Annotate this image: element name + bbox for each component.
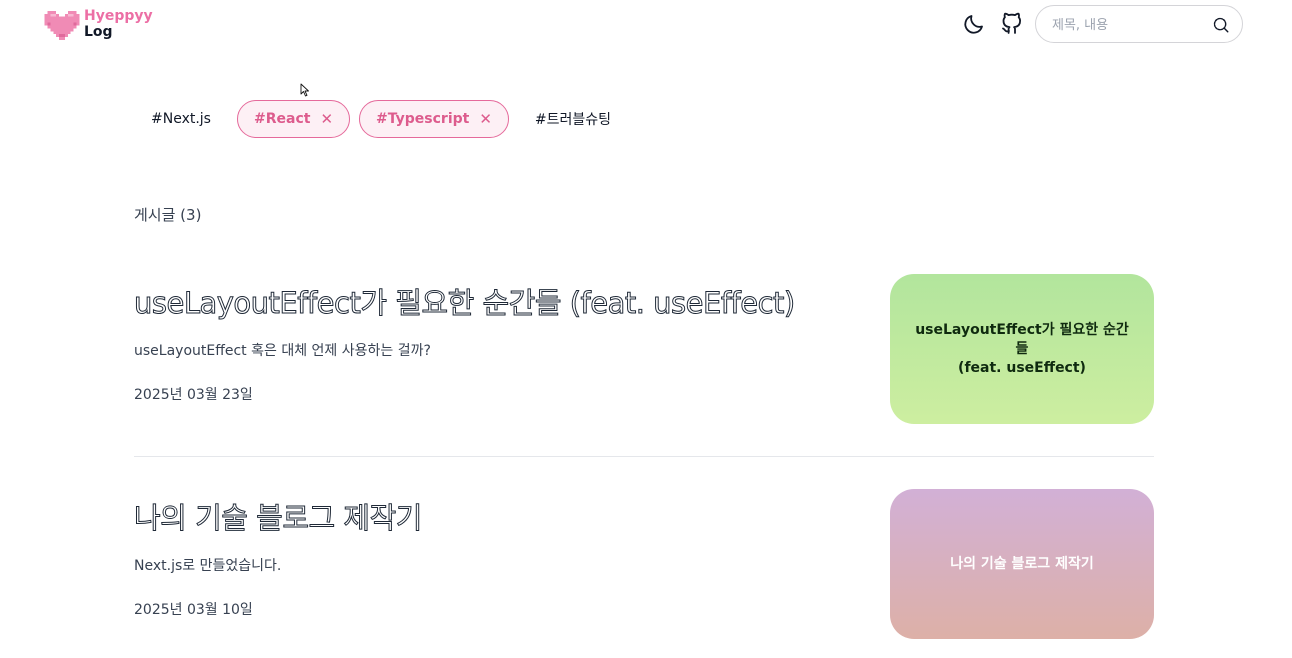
- thumbnail-subtitle: (feat. useEffect): [958, 359, 1086, 376]
- tag-label: #Next.js: [151, 111, 211, 127]
- post-count: 게시글 (3): [134, 206, 202, 224]
- thumbnail-title: useLayoutEffect가 필요한 순간들: [915, 321, 1129, 357]
- tag-label: #트러블슈팅: [534, 112, 612, 128]
- tag-typescript[interactable]: #Typescript ✕: [359, 100, 509, 138]
- post-divider: [134, 456, 1154, 457]
- post-description: useLayoutEffect 혹은 대체 언제 사용하는 걸까?: [134, 343, 431, 359]
- remove-tag-icon[interactable]: ✕: [320, 110, 333, 128]
- github-link[interactable]: [1000, 12, 1024, 36]
- logo-subtitle: Log: [84, 24, 113, 40]
- post-title[interactable]: useLayoutEffect가 필요한 순간들 (feat. useEffec…: [134, 280, 796, 322]
- pixel-heart-icon: [44, 10, 80, 40]
- search-icon[interactable]: [1212, 16, 1230, 34]
- tag-filter-list: #Next.js #React ✕ #Typescript ✕ #트러블슈팅: [134, 100, 628, 138]
- tag-label: #React: [253, 111, 311, 127]
- logo-title: Hyeppyy: [84, 8, 153, 24]
- post-date: 2025년 03월 23일: [134, 387, 253, 403]
- remove-tag-icon[interactable]: ✕: [479, 110, 492, 128]
- search-box: [1035, 5, 1243, 43]
- logo-link[interactable]: Hyeppyy Log: [44, 8, 153, 40]
- github-icon: [1002, 12, 1022, 34]
- post-title[interactable]: 나의 기술 블로그 제작기: [134, 495, 423, 537]
- post-thumbnail[interactable]: 나의 기술 블로그 제작기: [890, 489, 1154, 639]
- tag-nextjs[interactable]: #Next.js: [134, 100, 228, 138]
- theme-toggle-button[interactable]: [962, 12, 986, 36]
- post-date: 2025년 03월 10일: [134, 602, 253, 618]
- moon-icon: [964, 15, 983, 34]
- post-card[interactable]: 나의 기술 블로그 제작기 Next.js로 만들었습니다. 2025년 03월…: [134, 489, 1154, 639]
- blog-page: Hyeppyy Log #Next.js: [0, 0, 1292, 658]
- thumbnail-title: 나의 기술 블로그 제작기: [950, 555, 1094, 572]
- post-description: Next.js로 만들었습니다.: [134, 558, 282, 574]
- mouse-cursor-icon: [300, 83, 309, 97]
- tag-label: #Typescript: [376, 111, 470, 127]
- post-card[interactable]: useLayoutEffect가 필요한 순간들 (feat. useEffec…: [134, 274, 1154, 424]
- post-thumbnail[interactable]: useLayoutEffect가 필요한 순간들 (feat. useEffec…: [890, 274, 1154, 424]
- tag-troubleshooting[interactable]: #트러블슈팅: [518, 100, 628, 138]
- header: Hyeppyy Log: [0, 0, 1292, 48]
- search-input[interactable]: [1052, 15, 1212, 35]
- tag-react[interactable]: #React ✕: [236, 100, 351, 138]
